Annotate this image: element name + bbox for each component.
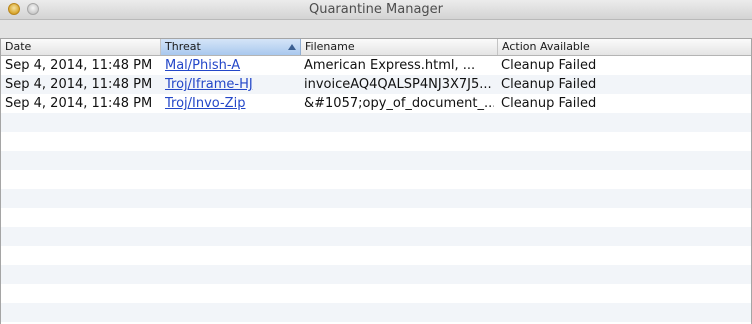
toolbar-area xyxy=(0,20,752,38)
column-header-date[interactable]: Date xyxy=(1,39,161,55)
threat-link[interactable]: Troj/Invo-Zip xyxy=(165,94,297,113)
quarantine-table: Date Threat Filename Action Available Se… xyxy=(0,38,752,324)
empty-row xyxy=(1,151,751,170)
action-cell: Cleanup Failed xyxy=(501,58,597,73)
table-body: Sep 4, 2014, 11:48 PM Mal/Phish-A Americ… xyxy=(1,56,751,324)
quarantine-manager-window: Quarantine Manager Date Threat Filename … xyxy=(0,0,752,324)
filename-cell: American Express.html, ... xyxy=(304,58,476,73)
title-bar[interactable]: Quarantine Manager xyxy=(0,0,752,20)
empty-row xyxy=(1,227,751,246)
empty-row xyxy=(1,303,751,322)
date-cell: Sep 4, 2014, 11:48 PM xyxy=(5,96,153,111)
column-header-filename[interactable]: Filename xyxy=(301,39,498,55)
column-header-threat-label: Threat xyxy=(165,40,201,53)
empty-row xyxy=(1,113,751,132)
date-cell: Sep 4, 2014, 11:48 PM xyxy=(5,58,153,73)
sort-ascending-icon xyxy=(288,44,296,50)
date-cell: Sep 4, 2014, 11:48 PM xyxy=(5,77,153,92)
column-header-threat[interactable]: Threat xyxy=(161,39,301,55)
empty-row xyxy=(1,132,751,151)
window-title: Quarantine Manager xyxy=(308,2,444,17)
action-cell: Cleanup Failed xyxy=(501,96,597,111)
table-header: Date Threat Filename Action Available xyxy=(1,39,751,56)
table-row[interactable]: Sep 4, 2014, 11:48 PM Mal/Phish-A Americ… xyxy=(1,56,751,75)
table-row[interactable]: Sep 4, 2014, 11:48 PM Troj/Invo-Zip &#10… xyxy=(1,94,751,113)
empty-row xyxy=(1,284,751,303)
threat-link[interactable]: Troj/Iframe-HJ xyxy=(165,75,297,94)
empty-row xyxy=(1,170,751,189)
empty-row xyxy=(1,208,751,227)
action-cell: Cleanup Failed xyxy=(501,77,597,92)
empty-row xyxy=(1,265,751,284)
column-header-action[interactable]: Action Available xyxy=(498,39,751,55)
empty-row xyxy=(1,246,751,265)
filename-cell: &#1057;opy_of_document_... xyxy=(304,96,494,111)
threat-link[interactable]: Mal/Phish-A xyxy=(165,56,297,75)
filename-cell: invoiceAQ4QALSP4NJ3X7J5... xyxy=(304,77,492,92)
empty-row xyxy=(1,189,751,208)
table-row[interactable]: Sep 4, 2014, 11:48 PM Troj/Iframe-HJ inv… xyxy=(1,75,751,94)
